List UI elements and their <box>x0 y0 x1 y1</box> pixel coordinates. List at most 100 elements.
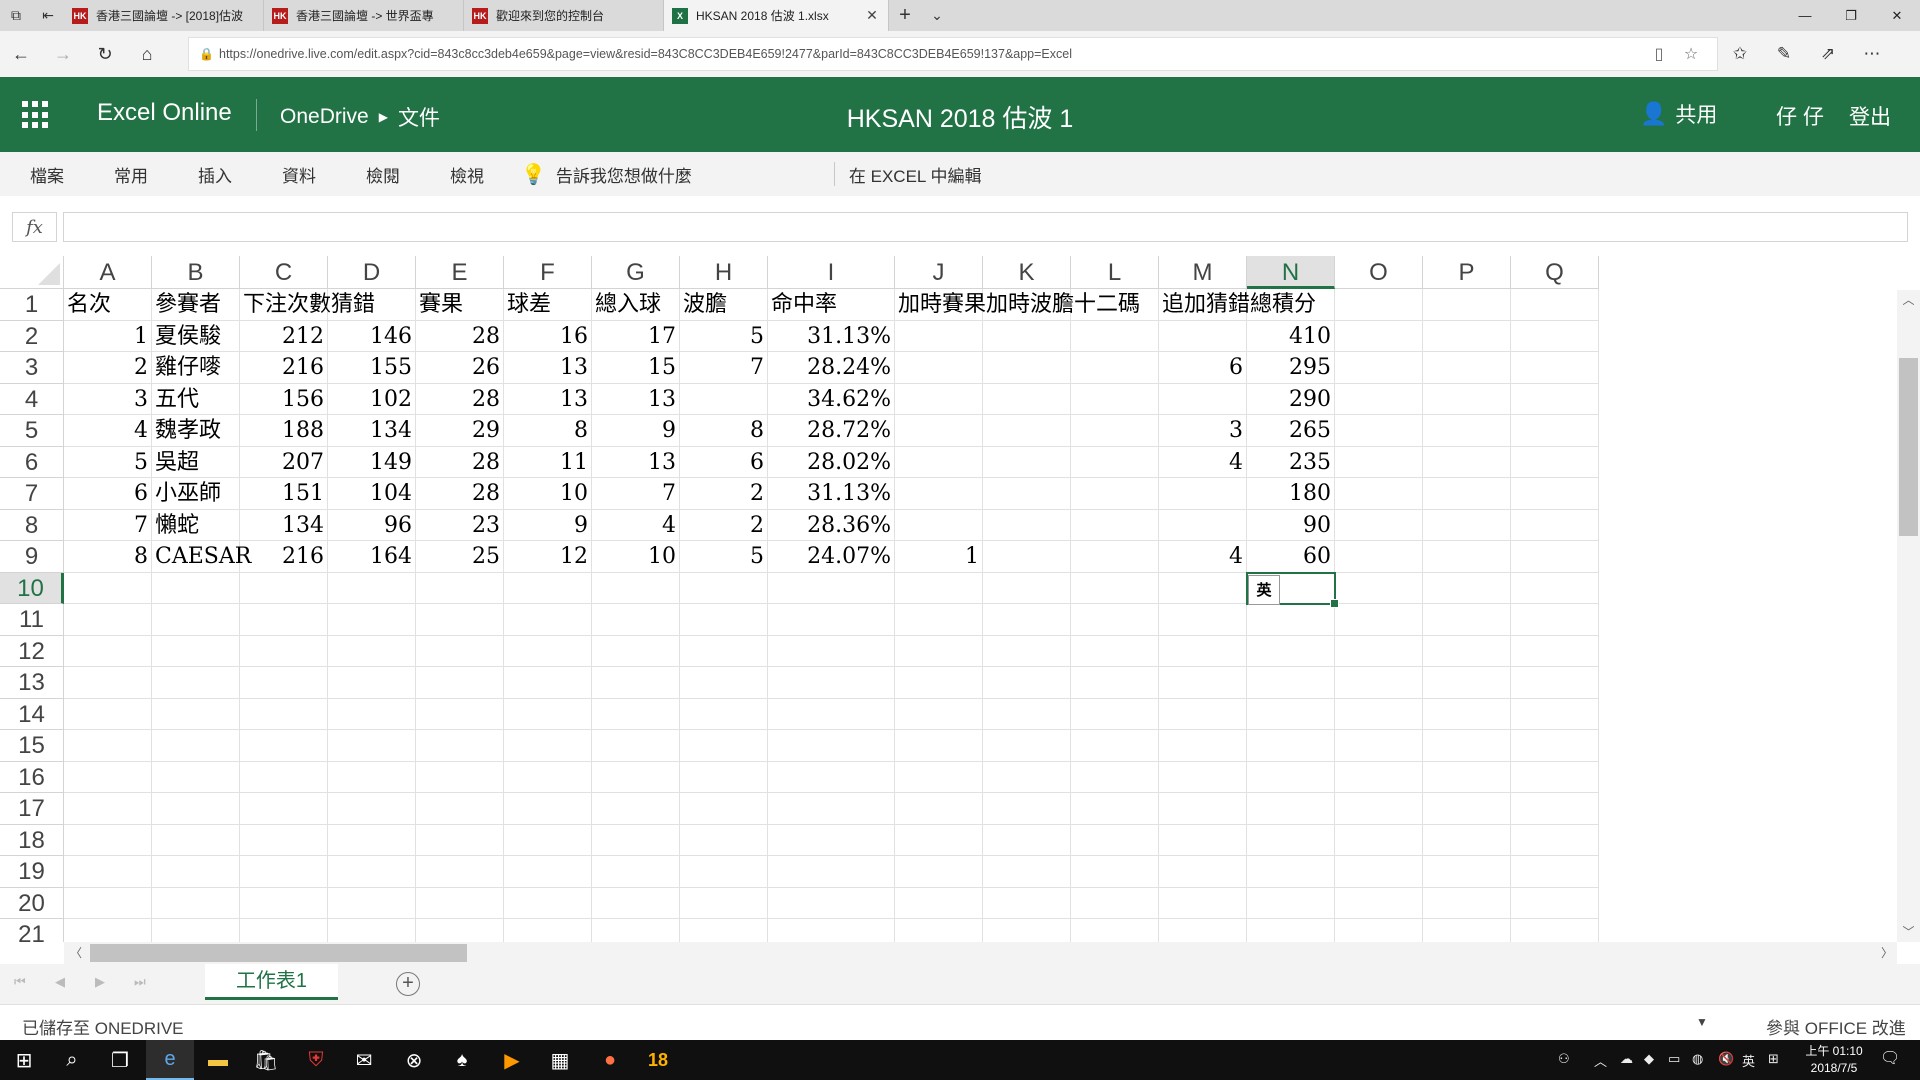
cell-m17[interactable] <box>1159 793 1247 825</box>
cell-g7[interactable]: 7 <box>592 478 680 510</box>
cell-c3[interactable]: 216 <box>240 352 328 384</box>
cell-f5[interactable]: 8 <box>504 415 592 447</box>
cell-j12[interactable] <box>895 635 983 667</box>
cell-m15[interactable] <box>1159 730 1247 762</box>
cell-i8[interactable]: 28.36% <box>768 509 895 541</box>
tab-review[interactable]: 檢閱 <box>341 162 425 187</box>
search-icon[interactable]: ⌕ <box>48 1040 96 1080</box>
cell-d5[interactable]: 134 <box>328 415 416 447</box>
cell-m4[interactable] <box>1159 383 1247 415</box>
cell-j16[interactable] <box>895 761 983 793</box>
column-header-c[interactable]: C <box>240 256 328 289</box>
cell-o17[interactable] <box>1335 793 1423 825</box>
calculator-icon[interactable]: ▦ <box>536 1040 584 1080</box>
cell-d13[interactable] <box>328 667 416 699</box>
cell-c9[interactable]: 216 <box>240 541 328 573</box>
network-icon[interactable]: ▭ <box>1668 1051 1680 1067</box>
cell-j3[interactable] <box>895 352 983 384</box>
cell-q16[interactable] <box>1511 761 1599 793</box>
cell-f18[interactable] <box>504 824 592 856</box>
cell-k13[interactable] <box>983 667 1071 699</box>
cell-g12[interactable] <box>592 635 680 667</box>
cell-n19[interactable] <box>1247 856 1335 888</box>
cell-g2[interactable]: 17 <box>592 320 680 352</box>
cell-h7[interactable]: 2 <box>680 478 768 510</box>
cell-i18[interactable] <box>768 824 895 856</box>
url-text[interactable]: https://onedrive.live.com/edit.aspx?cid=… <box>219 47 1643 61</box>
cell-q2[interactable] <box>1511 320 1599 352</box>
cell-q14[interactable] <box>1511 698 1599 730</box>
people-icon[interactable]: ⚇ <box>1558 1051 1570 1067</box>
cell-i7[interactable]: 31.13% <box>768 478 895 510</box>
column-header-h[interactable]: H <box>680 256 768 289</box>
cell-d9[interactable]: 164 <box>328 541 416 573</box>
cell-p18[interactable] <box>1423 824 1511 856</box>
edge-browser-icon[interactable]: e <box>146 1040 194 1080</box>
cell-j4[interactable] <box>895 383 983 415</box>
cell-m6[interactable]: 4 <box>1159 446 1247 478</box>
cell-g20[interactable] <box>592 887 680 919</box>
column-header-q[interactable]: Q <box>1511 256 1599 289</box>
action-center-icon[interactable]: 🗨 <box>1880 1048 1900 1068</box>
cell-d11[interactable] <box>328 604 416 636</box>
cell-i10[interactable] <box>768 572 895 604</box>
cell-c13[interactable] <box>240 667 328 699</box>
cell-q8[interactable] <box>1511 509 1599 541</box>
row-header-14[interactable]: 14 <box>0 698 64 730</box>
cell-k20[interactable] <box>983 887 1071 919</box>
cell-c11[interactable] <box>240 604 328 636</box>
cell-p19[interactable] <box>1423 856 1511 888</box>
column-header-o[interactable]: O <box>1335 256 1423 289</box>
cell-g19[interactable] <box>592 856 680 888</box>
close-tab-icon[interactable]: ✕ <box>864 7 880 24</box>
cell-c15[interactable] <box>240 730 328 762</box>
column-header-g[interactable]: G <box>592 256 680 289</box>
cell-f3[interactable]: 13 <box>504 352 592 384</box>
formula-input[interactable] <box>63 212 1908 242</box>
cell-o19[interactable] <box>1335 856 1423 888</box>
cell-q13[interactable] <box>1511 667 1599 699</box>
cell-j1[interactable]: 加時賽果 <box>895 289 986 321</box>
cell-i14[interactable] <box>768 698 895 730</box>
cell-l20[interactable] <box>1071 887 1159 919</box>
tab-home[interactable]: 常用 <box>89 162 173 187</box>
prev-sheet-icon[interactable]: ◀ <box>55 974 65 990</box>
cell-a6[interactable]: 5 <box>64 446 152 478</box>
row-header-1[interactable]: 1 <box>0 289 64 321</box>
cell-b11[interactable] <box>152 604 240 636</box>
home-icon[interactable]: ⌂ <box>126 31 168 77</box>
cell-h3[interactable]: 7 <box>680 352 768 384</box>
cell-b21[interactable] <box>152 919 240 942</box>
cell-n3[interactable]: 295 <box>1247 352 1335 384</box>
cell-l5[interactable] <box>1071 415 1159 447</box>
cell-o14[interactable] <box>1335 698 1423 730</box>
row-header-16[interactable]: 16 <box>0 761 64 793</box>
cell-h14[interactable] <box>680 698 768 730</box>
cell-f21[interactable] <box>504 919 592 942</box>
cell-b13[interactable] <box>152 667 240 699</box>
address-bar[interactable]: 🔒 https://onedrive.live.com/edit.aspx?ci… <box>188 37 1718 71</box>
cell-c5[interactable]: 188 <box>240 415 328 447</box>
cell-l8[interactable] <box>1071 509 1159 541</box>
cell-d2[interactable]: 146 <box>328 320 416 352</box>
cell-i16[interactable] <box>768 761 895 793</box>
cell-p21[interactable] <box>1423 919 1511 942</box>
cell-l18[interactable] <box>1071 824 1159 856</box>
cell-p15[interactable] <box>1423 730 1511 762</box>
cell-j13[interactable] <box>895 667 983 699</box>
column-header-i[interactable]: I <box>768 256 895 289</box>
cell-e21[interactable] <box>416 919 504 942</box>
cell-f17[interactable] <box>504 793 592 825</box>
cell-p12[interactable] <box>1423 635 1511 667</box>
favorite-star-icon[interactable]: ☆ <box>1675 44 1707 64</box>
cell-n12[interactable] <box>1247 635 1335 667</box>
browser-tab[interactable]: HK 香港三國論壇 -> 世界盃專 <box>264 0 464 31</box>
cell-h13[interactable] <box>680 667 768 699</box>
volume-mute-icon[interactable]: 🔇 <box>1718 1051 1734 1067</box>
tab-file[interactable]: 檔案 <box>0 162 89 187</box>
system-clock[interactable]: 上午 01:10 2018/7/5 <box>1796 1043 1872 1077</box>
tab-view[interactable]: 檢視 <box>425 162 509 187</box>
cell-j17[interactable] <box>895 793 983 825</box>
cell-b8[interactable]: 懶蛇 <box>152 509 240 541</box>
media-player-icon[interactable]: ▶ <box>488 1040 536 1080</box>
